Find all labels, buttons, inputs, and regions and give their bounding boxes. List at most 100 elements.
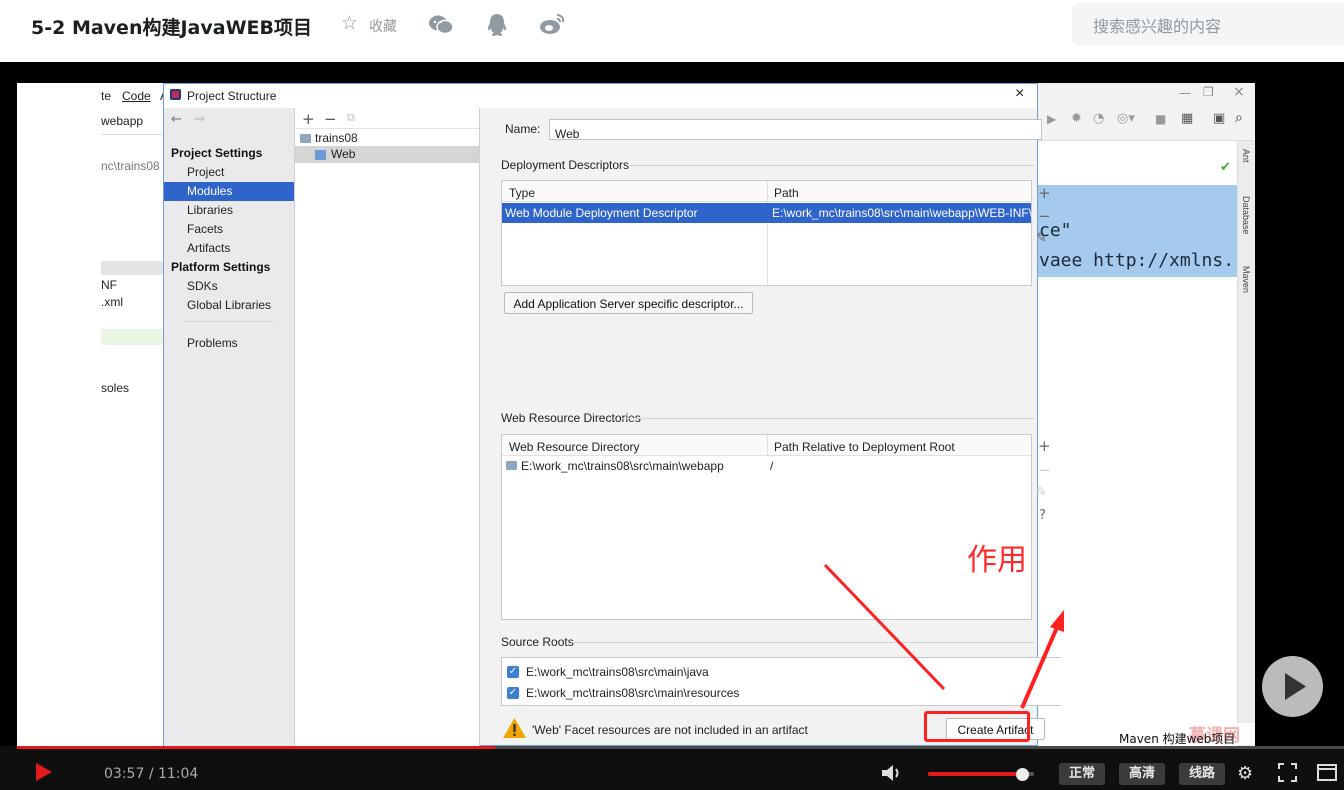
descriptor-type: Web Module Deployment Descriptor — [505, 206, 698, 220]
remove-icon[interactable]: − — [324, 110, 337, 128]
fullscreen-icon[interactable] — [1278, 763, 1297, 786]
add-icon[interactable]: + — [302, 110, 315, 128]
search-icon[interactable]: ⌕ — [1235, 110, 1243, 126]
time-display: 03:57 / 11:04 — [104, 766, 198, 782]
divider — [184, 321, 274, 322]
progress-fill[interactable] — [17, 746, 495, 749]
quality-button[interactable]: 高清 — [1119, 763, 1165, 785]
route-button[interactable]: 线路 — [1179, 763, 1225, 785]
star-icon[interactable]: ☆ — [341, 12, 358, 34]
module-tree: + − ⧉ trains08 Web — [295, 108, 480, 746]
favorite-label[interactable]: 收藏 — [369, 16, 397, 36]
source-root-checkbox[interactable]: ✓ — [507, 687, 519, 699]
web-fullscreen-icon[interactable] — [1317, 764, 1337, 785]
ide-tree-fragment: .xml — [101, 295, 123, 309]
add-server-descriptor-button[interactable]: Add Application Server specific descript… — [504, 292, 753, 314]
ide-tree-fragment: NF — [101, 278, 117, 292]
nav-item-modules[interactable]: Modules — [164, 182, 294, 201]
tree-root-trains08[interactable]: trains08 — [315, 131, 358, 145]
ide-menu-item: te — [101, 89, 112, 103]
restore-icon[interactable]: ❐ — [1203, 85, 1214, 99]
back-icon[interactable]: ← — [171, 112, 182, 127]
nav-item-sdks[interactable]: SDKs — [164, 277, 294, 296]
edit-icon[interactable]: ✎ — [1036, 231, 1047, 246]
help-icon[interactable]: ? — [1039, 508, 1046, 523]
name-label: Name: — [505, 122, 541, 136]
nav-item-global-libraries[interactable]: Global Libraries — [164, 296, 294, 315]
column-header[interactable]: Web Resource Directory — [509, 440, 640, 454]
column-header[interactable]: Type — [509, 186, 535, 200]
add-icon[interactable]: + — [1038, 184, 1051, 202]
check-icon: ✔ — [1220, 160, 1231, 175]
terminal-icon[interactable]: ▣ — [1213, 111, 1225, 126]
big-play-button[interactable] — [1262, 656, 1323, 717]
volume-handle[interactable] — [1016, 768, 1029, 781]
remove-icon[interactable]: − — [1038, 207, 1051, 225]
nav-item-project[interactable]: Project — [164, 163, 294, 182]
ide-tree-fragment: soles — [101, 381, 130, 395]
database-tab[interactable]: Database — [1241, 196, 1251, 235]
dialog-titlebar: Project Structure × — [164, 84, 1037, 108]
course-title: 5-2 Maven构建JavaWEB项目 — [31, 17, 312, 39]
run-icon[interactable]: ▶ — [1047, 112, 1056, 126]
ide-path-fragment: nc\trains08 — [101, 159, 160, 173]
play-icon[interactable] — [34, 761, 54, 787]
close-icon[interactable]: × — [1015, 85, 1024, 103]
divider — [295, 128, 479, 129]
settings-nav: ← → Project Settings Project Modules Lib… — [164, 108, 295, 746]
minimize-icon[interactable]: — — [1179, 86, 1191, 100]
column-header[interactable]: Path Relative to Deployment Root — [774, 440, 955, 454]
watermark: 慕课网 Maven 构建web项目 — [1119, 723, 1255, 746]
ant-tab[interactable]: Ant — [1241, 149, 1251, 163]
volume-icon[interactable] — [881, 763, 903, 787]
ide-project-label: webapp — [101, 114, 144, 128]
qq-icon[interactable] — [486, 13, 508, 42]
volume-fill[interactable] — [928, 772, 1023, 776]
weibo-icon[interactable] — [539, 13, 565, 40]
copy-icon[interactable]: ⧉ — [347, 111, 355, 125]
add-icon[interactable]: + — [1038, 437, 1051, 455]
source-root-checkbox[interactable]: ✓ — [507, 666, 519, 678]
annotation-arrows — [823, 563, 1064, 709]
remove-icon[interactable]: − — [1038, 461, 1051, 479]
search-input[interactable]: 搜索感兴趣的内容 — [1072, 3, 1344, 46]
divider — [622, 418, 1035, 419]
project-structure-icon[interactable]: ▦ — [1181, 111, 1193, 126]
speed-button[interactable]: 正常 — [1059, 763, 1105, 785]
tree-selected-row[interactable]: Web — [295, 146, 479, 163]
video-frame: te Code A webapp nc\trains08 NF .xml sol… — [17, 83, 1255, 746]
video-caption: Maven 构建web项目 — [1119, 732, 1236, 746]
divider — [101, 134, 163, 135]
debug-icon[interactable]: ✹ — [1071, 111, 1082, 126]
nav-item-libraries[interactable]: Libraries — [164, 201, 294, 220]
close-icon[interactable]: × — [1233, 84, 1245, 100]
forward-icon[interactable]: → — [194, 112, 205, 127]
tree-row-highlight — [101, 261, 163, 275]
page-header: 5-2 Maven构建JavaWEB项目 ☆ 收藏 搜索感兴趣的内容 — [0, 0, 1344, 62]
intellij-icon — [170, 89, 181, 100]
nav-item-artifacts[interactable]: Artifacts — [164, 239, 294, 258]
edit-icon[interactable]: ✎ — [1036, 485, 1047, 500]
table-row[interactable]: Web Module Deployment Descriptor E:\work… — [502, 203, 1033, 223]
resource-path: / — [770, 459, 774, 473]
descriptor-path: E:\work_mc\trains08\src\main\webapp\WEB-… — [772, 206, 1033, 220]
table-row[interactable]: E:\work_mc\trains08\src\main\webapp / — [502, 457, 1031, 475]
maven-tab[interactable]: Maven — [1241, 266, 1251, 293]
tree-row-highlight — [101, 329, 163, 345]
name-field[interactable]: Web — [549, 119, 1042, 141]
nav-item-problems[interactable]: Problems — [164, 334, 294, 353]
platform-settings-heading: Platform Settings — [171, 260, 271, 274]
nav-item-facets[interactable]: Facets — [164, 220, 294, 239]
wechat-icon[interactable] — [428, 14, 454, 41]
stop-icon[interactable]: ■ — [1155, 112, 1166, 126]
facet-warning-text: 'Web' Facet resources are not included i… — [532, 723, 808, 737]
column-divider — [767, 435, 768, 456]
coverage-icon[interactable]: ◔ — [1093, 111, 1104, 126]
profile-icon[interactable]: ◎▾ — [1117, 111, 1135, 126]
settings-icon[interactable]: ⚙ — [1237, 763, 1253, 784]
column-header[interactable]: Path — [774, 186, 799, 200]
module-folder-icon — [300, 134, 311, 143]
tree-child-web[interactable]: Web — [331, 147, 355, 161]
source-roots-heading: Source Roots — [501, 635, 574, 649]
source-root-path: E:\work_mc\trains08\src\main\java — [526, 665, 709, 679]
